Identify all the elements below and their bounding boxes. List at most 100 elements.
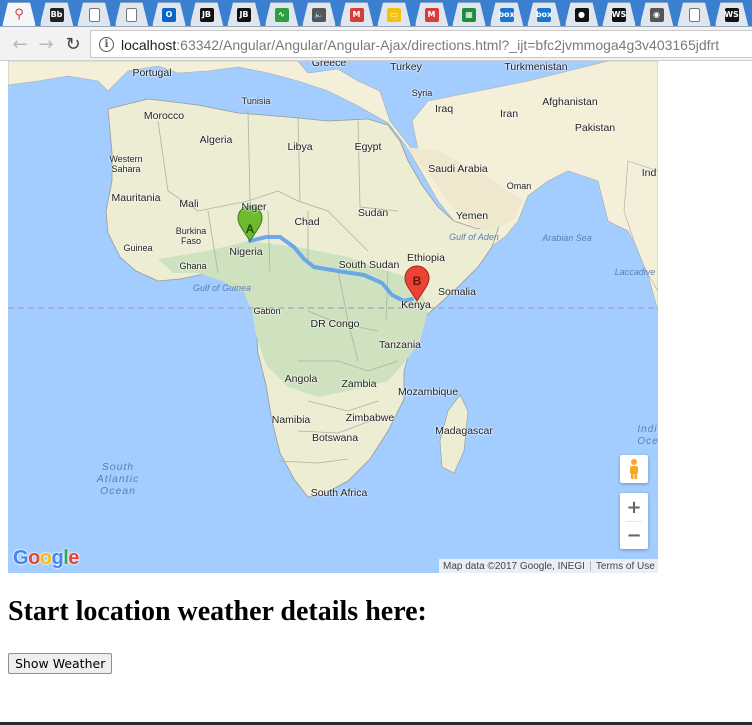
water-label: Laccadive	[614, 267, 656, 277]
country-label: Mali	[179, 198, 199, 210]
country-label: Chad	[294, 216, 320, 228]
reload-icon[interactable]: ↻	[61, 32, 85, 56]
browser-tab[interactable]: JB	[189, 2, 224, 26]
browser-tab[interactable]: ●	[564, 2, 599, 26]
address-bar[interactable]: i localhost:63342/Angular/Angular/Angula…	[90, 30, 752, 58]
chart-icon: ∿	[274, 7, 289, 22]
zoom-in-button[interactable]: +	[620, 493, 648, 521]
sheets-icon: ▦	[462, 7, 476, 22]
browser-tab[interactable]	[114, 2, 149, 26]
browser-toolbar: ← → ↻ i localhost:63342/Angular/Angular/…	[0, 27, 752, 61]
country-label: Iraq	[434, 103, 454, 115]
browser-tab[interactable]	[677, 2, 711, 26]
country-label: Portugal	[132, 67, 172, 79]
attribution-text: Map data ©2017 Google, INEGI	[443, 560, 585, 572]
url-path: :63342/Angular/Angular/Angular-Ajax/dire…	[176, 37, 720, 53]
country-label: Tunisia	[241, 96, 271, 106]
country-label: Ethiopia	[407, 252, 445, 264]
water-label: Gulf of Guinea	[192, 283, 252, 293]
country-label: Afghanistan	[542, 96, 598, 108]
water-label: Arabian Sea	[542, 233, 592, 243]
country-label: Saudi Arabia	[428, 163, 488, 175]
speaker-icon: 🔈	[312, 7, 326, 22]
jetbrains-icon: JB	[199, 7, 214, 22]
country-label: Zimbabwe	[345, 412, 395, 424]
country-label: Turkey	[390, 61, 422, 73]
forward-arrow-icon[interactable]: →	[34, 32, 58, 56]
country-label: Algeria	[199, 134, 233, 146]
browser-tab[interactable]	[77, 2, 111, 26]
browser-tab[interactable]: box	[527, 2, 561, 26]
country-label: Oman	[506, 181, 532, 191]
terms-of-use-link[interactable]: Terms of Use	[596, 561, 655, 572]
country-label: Somalia	[438, 286, 476, 298]
country-label: Turkmenistan	[504, 61, 568, 73]
country-label: South Sudan	[338, 259, 400, 271]
zoom-out-button[interactable]: −	[620, 521, 648, 549]
country-label: Botswana	[311, 432, 359, 444]
country-label: Libya	[287, 141, 313, 153]
country-label: Mauritania	[111, 192, 161, 204]
country-label: Guinea	[123, 243, 153, 253]
country-label: Ind	[641, 167, 657, 179]
country-label: Madagascar	[435, 425, 493, 437]
country-label: Ghana	[179, 261, 207, 271]
directions-map[interactable]: A B Portugal Greece Turkey Turkmenistan …	[8, 61, 658, 573]
back-arrow-icon[interactable]: ←	[8, 32, 32, 56]
country-label: Gabon	[253, 306, 281, 316]
browser-tab[interactable]: M	[414, 2, 449, 26]
browser-tab[interactable]: ▭	[377, 2, 411, 26]
show-weather-button[interactable]: Show Weather	[8, 653, 113, 674]
country-label: Western Sahara	[109, 154, 143, 174]
water-label: Indi Oce	[637, 424, 658, 447]
browser-tab[interactable]: ▦	[452, 2, 486, 26]
attribution-separator	[589, 561, 591, 571]
url-text[interactable]: localhost:63342/Angular/Angular/Angular-…	[121, 37, 719, 53]
search-icon: ⚲	[14, 7, 24, 22]
country-label: Angola	[284, 373, 318, 385]
google-logo[interactable]: Google	[13, 547, 79, 570]
browser-tab[interactable]: M	[339, 2, 374, 26]
browser-tab[interactable]: JB	[227, 2, 261, 26]
browser-tab[interactable]: box	[489, 2, 524, 26]
gmail-icon: M	[349, 7, 364, 22]
browser-tab[interactable]: ∿	[264, 2, 299, 26]
document-icon	[126, 7, 137, 22]
webstorm-icon: WS	[724, 7, 739, 22]
country-label: Egypt	[354, 141, 382, 153]
country-label: Syria	[411, 88, 433, 98]
box-icon: box	[498, 7, 515, 22]
browser-tab[interactable]: WS	[714, 2, 749, 26]
map-attribution: Map data ©2017 Google, INEGI Terms of Us…	[439, 559, 658, 573]
country-label: Kenya	[401, 299, 431, 311]
document-icon	[688, 7, 700, 22]
country-label: South Africa	[310, 487, 368, 499]
tab-strip: ⚲ Bb O JB JB ∿ 🔈 M ▭ M ▦ box box ● WS ◉ WS	[0, 0, 752, 27]
country-label: Tanzania	[378, 339, 422, 351]
blackboard-icon: Bb	[49, 7, 64, 22]
country-label: Zambia	[341, 378, 377, 390]
gmail-icon: M	[424, 7, 439, 22]
browser-tab[interactable]: WS	[602, 2, 636, 26]
github-icon: ●	[574, 7, 589, 22]
country-label: Burkina Faso	[175, 226, 207, 246]
country-label: Pakistan	[574, 122, 616, 134]
keep-icon: ▭	[387, 7, 401, 22]
browser-tab[interactable]: Bb	[39, 2, 74, 26]
webstorm-icon: WS	[612, 7, 626, 22]
country-label: Yemen	[455, 210, 489, 222]
country-label: Sudan	[357, 207, 389, 219]
browser-tab[interactable]: O	[152, 2, 186, 26]
box-icon: box	[536, 7, 552, 22]
water-label: Gulf of Aden	[449, 232, 499, 242]
browser-tab[interactable]: ◉	[639, 2, 674, 26]
browser-tab[interactable]: 🔈	[302, 2, 336, 26]
jetbrains-icon: JB	[237, 7, 251, 22]
url-host: localhost	[121, 37, 177, 53]
zoom-control: + −	[620, 493, 648, 549]
browser-tab[interactable]: ⚲	[2, 2, 36, 26]
country-label: Namibia	[271, 414, 311, 426]
outlook-icon: O	[162, 7, 176, 22]
pegman-icon[interactable]	[620, 455, 648, 483]
info-icon[interactable]: i	[99, 37, 114, 52]
